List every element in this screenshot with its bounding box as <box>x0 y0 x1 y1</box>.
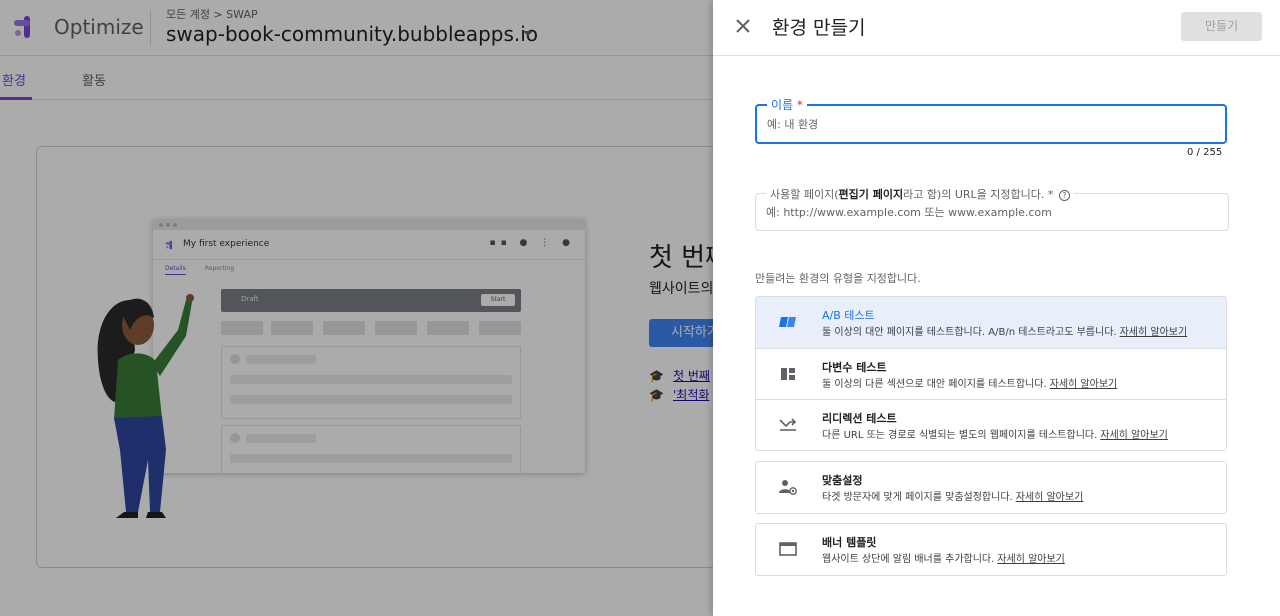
modal-scrim[interactable] <box>0 0 713 616</box>
type-description: 다른 URL 또는 경로로 식별되는 별도의 웹페이지를 테스트합니다. 자세히 … <box>822 426 1168 441</box>
type-description-text: 타겟 방문자에 맞게 페이지를 맞춤설정합니다. <box>822 492 1013 503</box>
type-option-redirect[interactable]: 리디렉션 테스트 다른 URL 또는 경로로 식별되는 별도의 웹페이지를 테스… <box>756 399 1226 450</box>
create-experience-panel: 환경 만들기 만들기 이름 * 0 / 255 사용할 페이지(편집기 페이지라… <box>713 0 1280 616</box>
type-option-multivariate[interactable]: 다변수 테스트 둘 이상의 다른 섹션으로 대안 페이지를 테스트합니다. 자세히… <box>756 348 1226 399</box>
name-input[interactable] <box>767 106 1207 142</box>
learn-more-link[interactable]: 자세히 알아보기 <box>1050 379 1118 390</box>
type-description-text: 둘 이상의 대안 페이지를 테스트합니다. A/B/n 테스트라고도 부릅니다. <box>822 327 1117 338</box>
banner-icon <box>779 542 797 556</box>
learn-more-link[interactable]: 자세히 알아보기 <box>1100 430 1168 441</box>
create-button[interactable]: 만들기 <box>1181 12 1262 41</box>
type-description-text: 둘 이상의 다른 섹션으로 대안 페이지를 테스트합니다. <box>822 379 1047 390</box>
type-title: 다변수 테스트 <box>822 361 887 374</box>
name-field[interactable]: 이름 * <box>755 96 1227 144</box>
panel-header: 환경 만들기 만들기 <box>713 0 1280 56</box>
multivariate-icon <box>781 368 795 380</box>
type-description: 둘 이상의 대안 페이지를 테스트합니다. A/B/n 테스트라고도 부릅니다.… <box>822 323 1187 338</box>
type-prompt: 만들려는 환경의 유형을 지정합니다. <box>755 272 921 285</box>
close-icon[interactable] <box>731 14 755 38</box>
url-field[interactable]: 사용할 페이지(편집기 페이지라고 함)의 URL을 지정합니다. * ? <box>755 186 1229 231</box>
experience-type-group: 배너 템플릿 웹사이트 상단에 알림 배너를 추가합니다. 자세히 알아보기 <box>755 523 1227 576</box>
character-counter: 0 / 255 <box>1187 147 1223 158</box>
type-option-ab-test[interactable]: A/B 테스트 둘 이상의 대안 페이지를 테스트합니다. A/B/n 테스트라… <box>756 297 1226 348</box>
type-title: 맞춤설정 <box>822 474 863 487</box>
type-option-banner[interactable]: 배너 템플릿 웹사이트 상단에 알림 배너를 추가합니다. 자세히 알아보기 <box>756 524 1226 575</box>
type-title: 리디렉션 테스트 <box>822 412 897 425</box>
experience-type-group: 맞춤설정 타겟 방문자에 맞게 페이지를 맞춤설정합니다. 자세히 알아보기 <box>755 461 1227 514</box>
learn-more-link[interactable]: 자세히 알아보기 <box>1016 492 1084 503</box>
redirect-icon <box>779 418 797 431</box>
type-title: 배너 템플릿 <box>822 536 877 549</box>
type-title: A/B 테스트 <box>822 309 875 322</box>
type-description: 둘 이상의 다른 섹션으로 대안 페이지를 테스트합니다. 자세히 알아보기 <box>822 375 1117 390</box>
url-input[interactable] <box>766 194 1206 230</box>
type-option-personalization[interactable]: 맞춤설정 타겟 방문자에 맞게 페이지를 맞춤설정합니다. 자세히 알아보기 <box>756 462 1226 513</box>
type-description-text: 다른 URL 또는 경로로 식별되는 별도의 웹페이지를 테스트합니다. <box>822 430 1098 441</box>
panel-title: 환경 만들기 <box>772 17 866 39</box>
type-description: 웹사이트 상단에 알림 배너를 추가합니다. 자세히 알아보기 <box>822 550 1065 565</box>
learn-more-link[interactable]: 자세히 알아보기 <box>997 554 1065 565</box>
type-description-text: 웹사이트 상단에 알림 배너를 추가합니다. <box>822 554 995 565</box>
learn-more-link[interactable]: 자세히 알아보기 <box>1120 327 1188 338</box>
personalization-icon <box>779 480 797 495</box>
experience-type-group: A/B 테스트 둘 이상의 대안 페이지를 테스트합니다. A/B/n 테스트라… <box>755 296 1227 451</box>
ab-test-icon <box>779 317 796 327</box>
type-description: 타겟 방문자에 맞게 페이지를 맞춤설정합니다. 자세히 알아보기 <box>822 488 1083 503</box>
